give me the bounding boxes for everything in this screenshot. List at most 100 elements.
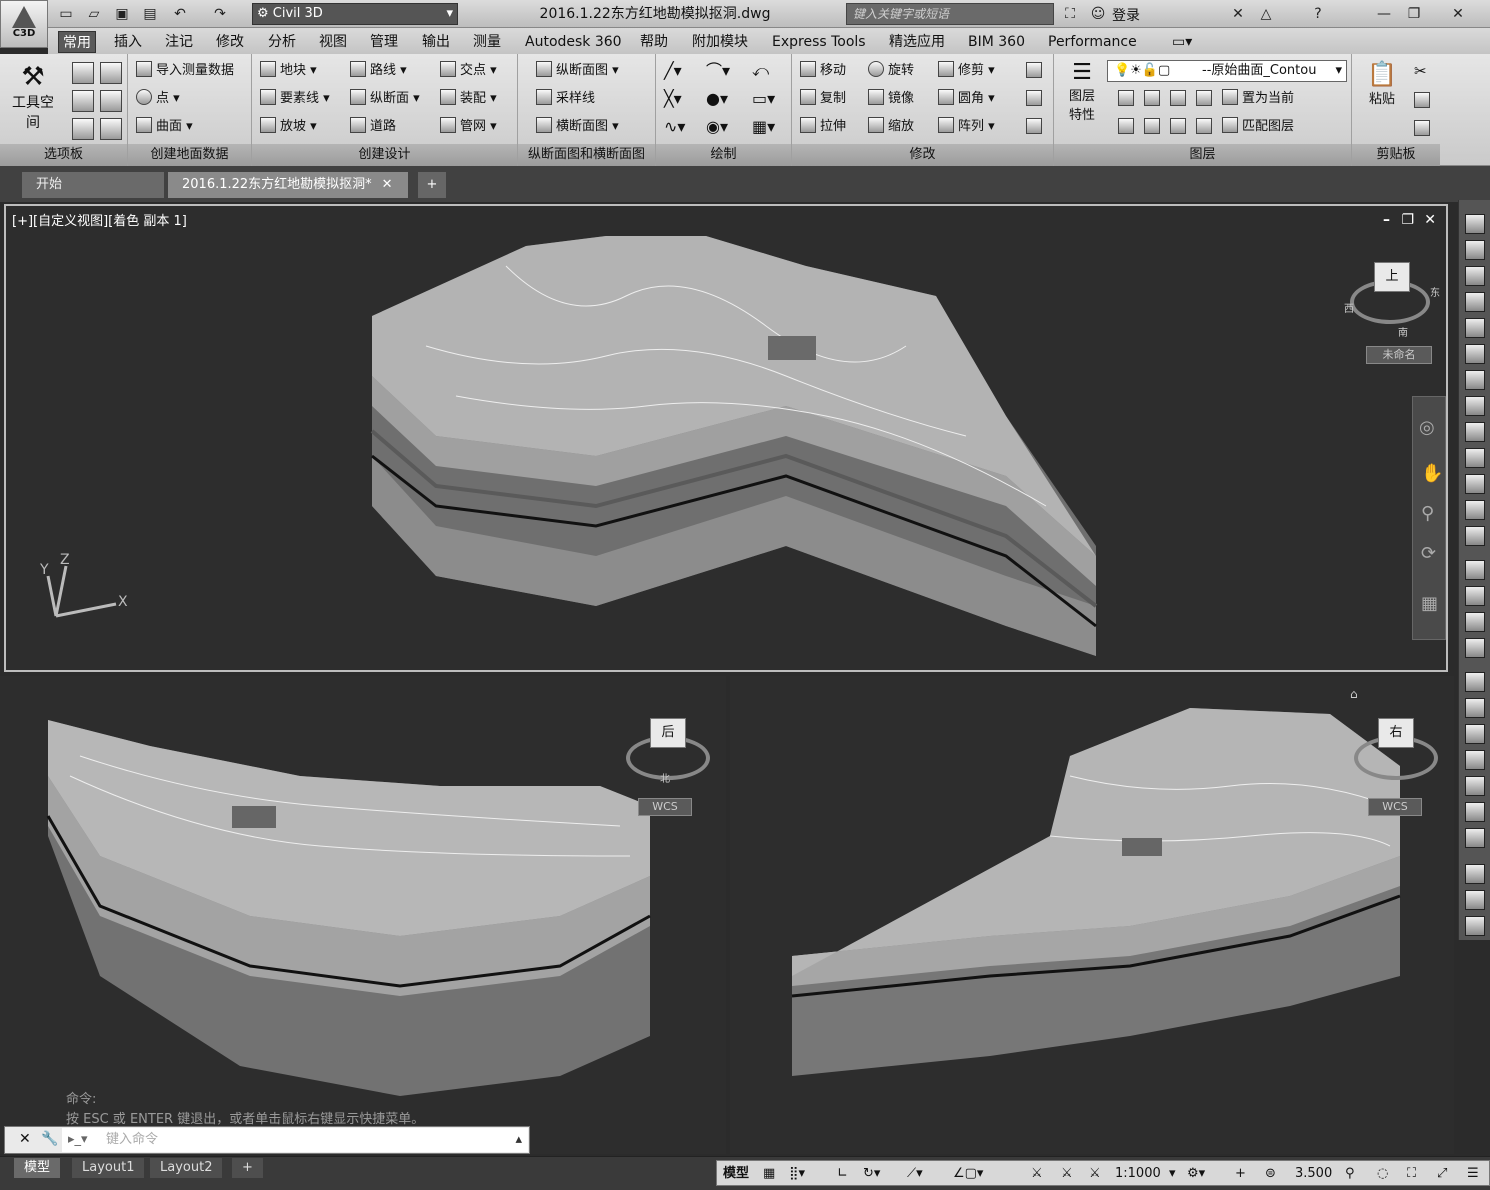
exchange-icon[interactable]: ✕	[1228, 4, 1248, 24]
model-space-button[interactable]: 模型	[723, 1164, 749, 1184]
tool-icon-4[interactable]	[1465, 292, 1485, 312]
layer-freeze-icon[interactable]	[1170, 90, 1186, 106]
array-button[interactable]: 阵列 ▾	[938, 116, 995, 138]
layout-tab-model[interactable]: 模型	[14, 1158, 61, 1178]
showmotion-icon[interactable]: ▦	[1421, 593, 1438, 614]
import-survey-button[interactable]: 导入测量数据	[136, 60, 234, 82]
layer-properties-button[interactable]: ☰ 图层 特性	[1062, 60, 1102, 123]
paste-button[interactable]: 📋 粘贴	[1362, 60, 1402, 107]
viewport-top[interactable]: [+][自定义视图][着色 副本 1] – ❐ ✕ XYZ 上 西 东 南 未命…	[4, 204, 1448, 672]
mirror-button[interactable]: 镜像	[868, 88, 914, 110]
tool-icon-8[interactable]	[1465, 396, 1485, 416]
fullscreen-icon[interactable]: ⤢	[1437, 1164, 1447, 1184]
grading-button[interactable]: 放坡 ▾	[260, 116, 317, 138]
erase-icon[interactable]	[1026, 62, 1042, 78]
tab-help[interactable]: 帮助	[636, 31, 672, 53]
tool-icon-25[interactable]	[1465, 864, 1485, 884]
clean-screen-icon[interactable]: ⛶	[1407, 1164, 1416, 1184]
close-tab-icon[interactable]: ✕	[382, 177, 393, 192]
sample-lines-button[interactable]: 采样线	[536, 88, 595, 110]
panel-title-clipboard[interactable]: 剪贴板	[1352, 144, 1440, 166]
toolbox-icon[interactable]	[100, 90, 122, 112]
plus-icon[interactable]: +	[1235, 1164, 1246, 1184]
settings-icon[interactable]	[100, 62, 122, 84]
save-icon[interactable]: ▣	[112, 4, 132, 24]
login-link[interactable]: 登录	[1112, 5, 1140, 25]
layer-dropdown[interactable]: 💡☀🔓▢ --原始曲面_Contou ▾	[1107, 60, 1347, 82]
tool-icon-26[interactable]	[1465, 890, 1485, 910]
surfaces-button[interactable]: 曲面 ▾	[136, 116, 193, 138]
hardware-accel-icon[interactable]: ◌	[1377, 1164, 1388, 1184]
steering-wheel-icon[interactable]: ◎	[1419, 417, 1435, 438]
corridor-button[interactable]: 道路	[350, 116, 396, 138]
tool-icon-13[interactable]	[1465, 526, 1485, 546]
tab-addins[interactable]: 附加模块	[688, 31, 752, 53]
elevation-value[interactable]: 3.500	[1295, 1164, 1332, 1184]
add-layout-button[interactable]: +	[232, 1158, 263, 1178]
binoculars-icon[interactable]: ⛶	[1060, 4, 1080, 24]
pipe-network-button[interactable]: 管网 ▾	[440, 116, 497, 138]
panel-title-layers[interactable]: 图层	[1054, 144, 1351, 166]
orbit-icon[interactable]: ⟳	[1421, 543, 1436, 564]
tool-icon-16[interactable]	[1465, 612, 1485, 632]
tool-icon-21[interactable]	[1465, 750, 1485, 770]
layer-lock-icon[interactable]	[1196, 90, 1212, 106]
help-icon[interactable]: ?	[1308, 4, 1328, 24]
new-tab-button[interactable]: +	[418, 172, 446, 198]
ucs-menu[interactable]: WCS	[1368, 798, 1422, 816]
layer-on-icon[interactable]	[1118, 118, 1134, 134]
compass-west[interactable]: 西	[1344, 300, 1354, 315]
feature-line-button[interactable]: 要素线 ▾	[260, 88, 330, 110]
close-icon[interactable]: ✕	[1448, 4, 1468, 24]
intersection-button[interactable]: 交点 ▾	[440, 60, 497, 82]
workspace-dropdown[interactable]: ⚙ Civil 3D ▾	[252, 3, 458, 25]
viewcube-face[interactable]: 上	[1374, 262, 1410, 292]
tool-icon-3[interactable]	[1465, 266, 1485, 286]
redo-icon[interactable]: ↷	[210, 4, 230, 24]
viewcube-top[interactable]: 上 西 东 南	[1342, 256, 1442, 346]
open-file-icon[interactable]: ▱	[84, 4, 104, 24]
properties-icon[interactable]	[72, 118, 94, 140]
layer-unlock-icon[interactable]	[1196, 118, 1212, 134]
customize-wrench-icon[interactable]: 🔧	[41, 1131, 58, 1147]
elevation-icon[interactable]: ⊜	[1265, 1164, 1276, 1184]
object-snap-icon[interactable]: ∠▢▾	[953, 1164, 983, 1184]
tool-icon-24[interactable]	[1465, 828, 1485, 848]
survey-icon[interactable]	[72, 90, 94, 112]
layout-tab-layout1[interactable]: Layout1	[72, 1158, 145, 1178]
pan-icon[interactable]: ✋	[1421, 463, 1443, 484]
layer-off-icon[interactable]	[1118, 90, 1134, 106]
layout-tab-layout2[interactable]: Layout2	[150, 1158, 223, 1178]
print-icon[interactable]: ▤	[140, 4, 160, 24]
isodraft-icon[interactable]: ⟋▾	[907, 1164, 923, 1184]
ortho-icon[interactable]: ∟	[837, 1164, 848, 1184]
match-layer-button[interactable]: 匹配图层	[1222, 116, 1294, 138]
tab-featured-apps[interactable]: 精选应用	[885, 31, 949, 53]
ucs-menu[interactable]: 未命名	[1366, 346, 1432, 364]
tool-icon-12[interactable]	[1465, 500, 1485, 520]
ellipse-icon[interactable]: ◉▾	[706, 116, 728, 138]
viewport-bottom-left[interactable]: 后 北 WCS 命令: 按 ESC 或 ENTER 键退出，或者单击鼠标右键显示…	[0, 676, 726, 1154]
ribbon-options-icon[interactable]: ▭▾	[1168, 31, 1196, 53]
tool-icon-19[interactable]	[1465, 698, 1485, 718]
stretch-button[interactable]: 拉伸	[800, 116, 846, 138]
tool-icon-17[interactable]	[1465, 638, 1485, 658]
cut-icon[interactable]: ✂	[1414, 62, 1427, 80]
zoom-icon[interactable]: ⚲	[1421, 503, 1434, 524]
tool-icon-1[interactable]	[1465, 214, 1485, 234]
workspace-gear-icon[interactable]: ⚙▾	[1187, 1164, 1205, 1184]
snap-icon[interactable]: ⣿▾	[789, 1164, 805, 1184]
chevron-up-icon[interactable]: ▴	[515, 1128, 522, 1152]
tool-icon-11[interactable]	[1465, 474, 1485, 494]
tab-autodesk-360[interactable]: Autodesk 360	[521, 31, 626, 53]
autoscale-icon[interactable]: ⚔	[1061, 1164, 1073, 1184]
compass-east[interactable]: 东	[1430, 284, 1440, 299]
customize-menu-icon[interactable]: ☰	[1467, 1164, 1479, 1184]
tool-icon-10[interactable]	[1465, 448, 1485, 468]
match-properties-icon[interactable]	[1414, 120, 1430, 136]
user-icon[interactable]: ☺	[1088, 4, 1108, 24]
tool-icon-7[interactable]	[1465, 370, 1485, 390]
tab-modify[interactable]: 修改	[212, 31, 248, 53]
parcel-button[interactable]: 地块 ▾	[260, 60, 317, 82]
assembly-button[interactable]: 装配 ▾	[440, 88, 497, 110]
